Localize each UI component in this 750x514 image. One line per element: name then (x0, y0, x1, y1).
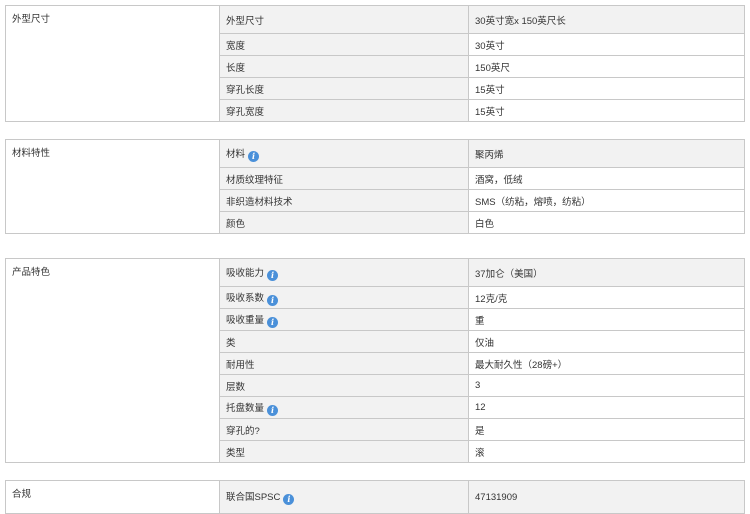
attribute-value: 酒窝，低绒 (468, 167, 745, 190)
attribute-name: 类型 (226, 447, 246, 459)
attribute-name-cell: 长度 (219, 55, 469, 78)
attribute-name: 吸收重量 (226, 314, 265, 326)
attribute-name-cell: 材质纹理特征 (219, 167, 469, 190)
attribute-value: 47131909 (468, 480, 745, 514)
spec-row: 产品特色 吸收能力 i 37加仑（美国） (5, 258, 745, 463)
attribute-name: 颜色 (226, 218, 246, 230)
attribute-name-cell: 穿孔宽度 (219, 99, 469, 122)
spec-table-section: 产品特色 吸收能力 i 37加仑（美国） 吸收系数 i 12克/克 吸收重量 i 重类仅油 耐用性最… (5, 258, 745, 463)
attribute-name-cell: 吸收能力 i (219, 258, 469, 287)
attribute-value: 37加仑（美国） (468, 258, 745, 287)
attribute-name-cell: 耐用性 (219, 352, 469, 375)
attribute-name: 穿孔的? (226, 425, 260, 437)
attribute-value: 聚丙烯 (468, 139, 745, 168)
attribute-name: 材质纹理特征 (226, 174, 284, 186)
attribute-value: 30英寸宽x 150英尺长 (468, 5, 745, 34)
spec-table-section: 材料特性 材料 i 聚丙烯 材质纹理特征 酒窝，低绒 非织造材料技术 SMS（纺粘，熔喷，纺粘… (5, 139, 745, 234)
attribute-name-cell: 穿孔长度 (219, 77, 469, 100)
attribute-name-cell: 材料 i (219, 139, 469, 168)
attribute-name: 吸收能力 (226, 267, 265, 279)
info-icon[interactable]: i (267, 316, 279, 328)
attribute-name-cell: 外型尺寸 (219, 5, 469, 34)
attribute-name-cell: 非织造材料技术 (219, 189, 469, 212)
attribute-value: 15英寸 (468, 77, 745, 100)
attribute-name: 托盘数量 (226, 402, 265, 414)
attribute-name: 穿孔宽度 (226, 106, 265, 118)
attribute-value: 15英寸 (468, 99, 745, 122)
attribute-name-cell: 层数 (219, 374, 469, 397)
attribute-name-cell: 托盘数量 i (219, 396, 469, 419)
spec-row: 材料特性 材料 i 聚丙烯 (5, 139, 745, 234)
attribute-name-cell: 宽度 (219, 33, 469, 56)
info-icon[interactable]: i (267, 294, 279, 306)
attribute-name: 宽度 (226, 40, 246, 52)
spec-row: 合规 联合国SPSC i 47131909 (5, 480, 745, 514)
attribute-value: 12克/克 (468, 286, 745, 309)
info-icon[interactable]: i (283, 494, 295, 505)
spec-row: 外型尺寸 外型尺寸 30英寸宽x 150英尺长 (5, 5, 745, 122)
attribute-name-cell: 联合国SPSC i (219, 480, 469, 514)
spec-table-section: 外型尺寸 外型尺寸 30英寸宽x 150英尺长宽度 30英寸长度 150英尺穿孔长度 15… (5, 5, 745, 122)
attribute-value: SMS（纺粘，熔喷，纺粘） (468, 189, 745, 212)
attribute-name-cell: 吸收重量 i (219, 308, 469, 331)
attribute-value: 150英尺 (468, 55, 745, 78)
attribute-value: 12 (468, 396, 745, 419)
attribute-name: 耐用性 (226, 359, 255, 371)
attribute-name-cell: 类型 (219, 440, 469, 463)
section-category: 外型尺寸 (5, 5, 220, 122)
attribute-name: 类 (226, 337, 236, 349)
attribute-value: 仅油 (468, 330, 745, 353)
attribute-value: 重 (468, 308, 745, 331)
attribute-name: 吸收系数 (226, 292, 265, 304)
section-category: 材料特性 (5, 139, 220, 234)
attribute-name: 联合国SPSC (226, 492, 281, 503)
attribute-value: 白色 (468, 211, 745, 234)
attribute-name: 非织造材料技术 (226, 196, 293, 208)
attribute-name-cell: 穿孔的? (219, 418, 469, 441)
info-icon[interactable]: i (267, 404, 279, 416)
attribute-name: 外型尺寸 (226, 15, 265, 27)
attribute-value: 滚 (468, 440, 745, 463)
attribute-value: 最大耐久性（28磅+） (468, 352, 745, 375)
attribute-value: 3 (468, 374, 745, 397)
section-category: 产品特色 (5, 258, 220, 463)
attribute-name: 层数 (226, 381, 246, 393)
attribute-name-cell: 颜色 (219, 211, 469, 234)
attribute-value: 是 (468, 418, 745, 441)
section-category: 合规 (5, 480, 220, 514)
attribute-name-cell: 类 (219, 330, 469, 353)
info-icon[interactable]: i (267, 269, 279, 281)
attribute-name: 长度 (226, 62, 246, 74)
attribute-name: 穿孔长度 (226, 84, 265, 96)
spec-table-section: 合规 联合国SPSC i 47131909 (5, 480, 745, 514)
attribute-value: 30英寸 (468, 33, 745, 56)
attribute-name-cell: 吸收系数 i (219, 286, 469, 309)
attribute-name: 材料 (226, 148, 246, 160)
info-icon[interactable]: i (248, 150, 260, 162)
